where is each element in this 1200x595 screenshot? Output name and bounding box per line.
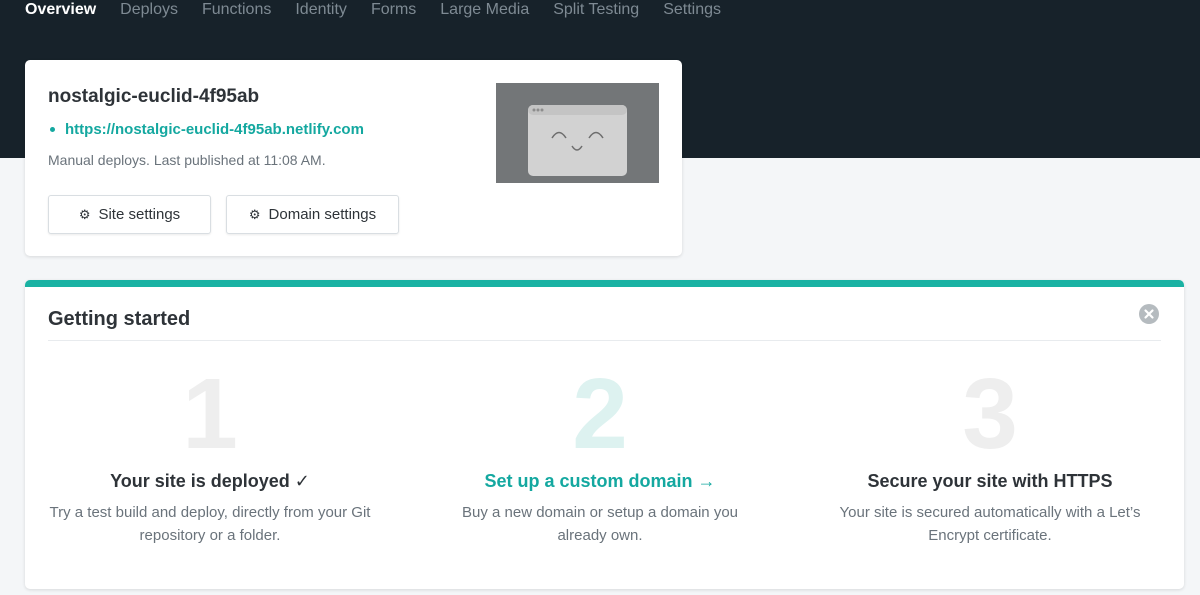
status-dot-icon <box>50 127 55 132</box>
site-name: nostalgic-euclid-4f95ab <box>48 86 260 107</box>
step-number: 1 <box>182 358 238 470</box>
nav-tab-deploys[interactable]: Deploys <box>120 0 178 22</box>
step-title: Your site is deployed ✓ <box>110 471 310 491</box>
site-settings-label: Site settings <box>98 206 181 223</box>
gear-icon: ⚙ <box>78 206 91 222</box>
step-description: Buy a new domain or setup a domain you a… <box>462 504 738 544</box>
browser-smiley-icon <box>528 105 627 176</box>
deploy-status-text: Manual deploys. Last published at 11:08 … <box>48 152 326 168</box>
site-url-link[interactable]: https://nostalgic-euclid-4f95ab.netlify.… <box>48 121 364 138</box>
step-number: 3 <box>962 358 1018 470</box>
custom-domain-link[interactable]: Set up a custom domain → <box>430 471 770 492</box>
nav-tab-settings[interactable]: Settings <box>663 0 721 22</box>
gear-icon: ⚙ <box>248 206 261 222</box>
site-settings-button[interactable]: ⚙ Site settings <box>48 195 211 234</box>
top-nav: Overview Deploys Functions Identity Form… <box>25 0 745 22</box>
domain-settings-label: Domain settings <box>268 206 377 223</box>
getting-started-panel: Getting started 1 Your site is deployed … <box>25 280 1184 589</box>
nav-tab-identity[interactable]: Identity <box>295 0 347 22</box>
nav-tab-large-media[interactable]: Large Media <box>440 0 529 22</box>
divider <box>48 340 1161 341</box>
nav-tab-split-testing[interactable]: Split Testing <box>553 0 639 22</box>
step-deployed: 1 Your site is deployed ✓ Try a test bui… <box>40 364 380 547</box>
close-icon[interactable] <box>1139 304 1159 324</box>
step-title: Secure your site with HTTPS <box>867 471 1113 491</box>
getting-started-title: Getting started <box>48 308 191 330</box>
step-description: Try a test build and deploy, directly fr… <box>49 504 371 544</box>
nav-tab-functions[interactable]: Functions <box>202 0 271 22</box>
step-description: Your site is secured automatically with … <box>839 504 1141 544</box>
domain-settings-button[interactable]: ⚙ Domain settings <box>226 195 399 234</box>
step-number: 2 <box>572 358 628 470</box>
nav-tab-forms[interactable]: Forms <box>371 0 416 22</box>
nav-tab-overview[interactable]: Overview <box>25 0 96 22</box>
step-https: 3 Secure your site with HTTPS Your site … <box>820 364 1160 547</box>
step-custom-domain: 2 Set up a custom domain → Buy a new dom… <box>430 364 770 547</box>
site-overview-card: nostalgic-euclid-4f95ab https://nostalgi… <box>25 60 682 256</box>
site-url-text[interactable]: https://nostalgic-euclid-4f95ab.netlify.… <box>65 121 364 138</box>
site-screenshot-thumbnail[interactable] <box>496 83 659 183</box>
